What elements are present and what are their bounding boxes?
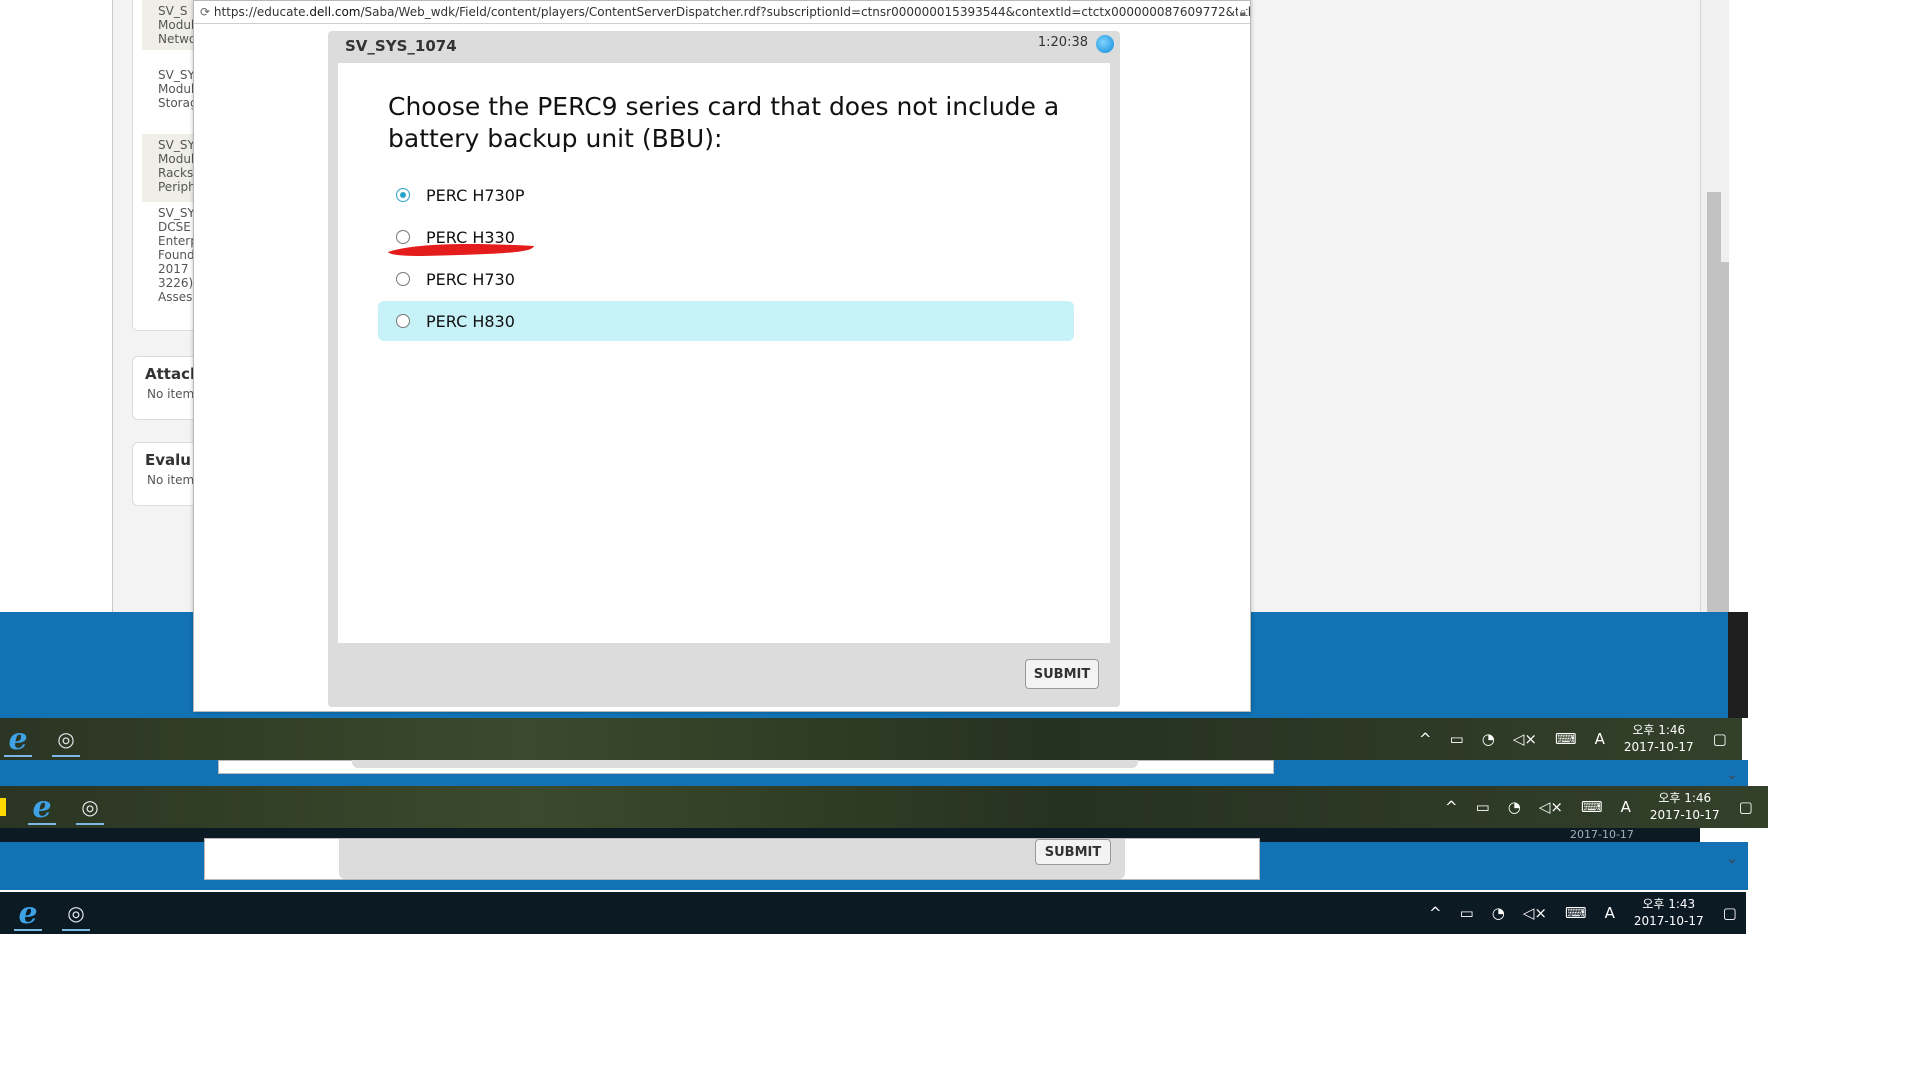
taskbar-2: e ◎ ^ ▭ ◔ ◁× ⌨ A 오후 1:46 2017-10-17 ▢ [0, 786, 1768, 828]
taskbar-3: e ◎ ^ ▭ ◔ ◁× ⌨ A 오후 1:43 2017-10-17 ▢ [0, 892, 1746, 934]
option-label: PERC H730 [426, 269, 515, 289]
ime-indicator[interactable]: A [1621, 798, 1631, 816]
clock-2[interactable]: 오후 1:46 2017-10-17 [1650, 790, 1720, 824]
tray-chevron-up-icon[interactable]: ^ [1419, 730, 1432, 748]
ie-taskbar-icon[interactable]: e [0, 721, 36, 757]
option-label: PERC H830 [426, 311, 515, 331]
clock-3[interactable]: 오후 1:43 2017-10-17 [1634, 896, 1704, 930]
address-bar[interactable]: ⟳ https://educate.dell.com/Saba/Web_wdk/… [194, 1, 1250, 24]
system-tray: ^ ▭ ◔ ◁× ⌨ A 오후 1:46 2017-10-17 ▢ [1410, 718, 1736, 760]
answer-option-h730[interactable]: PERC H730 [378, 259, 1074, 299]
ime-indicator[interactable]: A [1605, 904, 1615, 922]
wifi-icon[interactable]: ◔ [1508, 798, 1521, 816]
scroll-down-icon[interactable]: ⌄ [1722, 768, 1742, 782]
red-underline-annotation [388, 244, 534, 256]
question-panel: Choose the PERC9 series card that does n… [338, 63, 1110, 643]
system-tray-2: ^ ▭ ◔ ◁× ⌨ A 오후 1:46 2017-10-17 ▢ [1436, 786, 1762, 828]
system-tray-3: ^ ▭ ◔ ◁× ⌨ A 오후 1:43 2017-10-17 ▢ [1420, 892, 1746, 934]
ie-taskbar-icon-2[interactable]: e [24, 789, 60, 825]
wifi-icon[interactable]: ◔ [1482, 730, 1495, 748]
tray-chevron-up-icon[interactable]: ^ [1429, 904, 1442, 922]
window-edge [1728, 612, 1748, 718]
scroll-down-fragment: ⌄ ⌄ [1722, 760, 1744, 880]
battery-icon[interactable]: ▭ [1476, 798, 1490, 816]
lock-icon: 🔒︎ [1237, 1, 1246, 23]
scroll-down-icon[interactable]: ⌄ [1722, 852, 1742, 866]
player-fragment-2: SUBMIT [204, 838, 1260, 880]
answer-option-h830[interactable]: PERC H830 [378, 301, 1074, 341]
agent-taskbar-icon-2[interactable]: ◎ [72, 789, 108, 825]
keyboard-icon[interactable]: ⌨ [1555, 730, 1577, 748]
battery-icon[interactable]: ▭ [1450, 730, 1464, 748]
course-player-window: ⟳ https://educate.dell.com/Saba/Web_wdk/… [193, 0, 1251, 712]
notification-icon[interactable]: ▢ [1723, 904, 1737, 922]
url-prefix: https://educate. [213, 5, 310, 19]
option-label: PERC H730P [426, 185, 525, 205]
volume-muted-icon[interactable]: ◁× [1513, 730, 1537, 748]
url-domain: dell.com [309, 5, 361, 19]
wifi-icon[interactable]: ◔ [1492, 904, 1505, 922]
answer-option-h730p[interactable]: PERC H730P [378, 175, 1074, 215]
keyboard-icon[interactable]: ⌨ [1565, 904, 1587, 922]
agent-taskbar-icon-3[interactable]: ◎ [58, 895, 94, 931]
page-icon: ⟳ [200, 5, 211, 19]
battery-icon[interactable]: ▭ [1460, 904, 1474, 922]
volume-muted-icon[interactable]: ◁× [1539, 798, 1563, 816]
radio-button-selected[interactable] [396, 188, 410, 202]
ie-taskbar-icon-3[interactable]: e [10, 895, 46, 931]
submit-button-fragment[interactable]: SUBMIT [1035, 839, 1111, 865]
submit-button[interactable]: SUBMIT [1025, 659, 1099, 689]
globe-icon [1096, 35, 1114, 53]
keyboard-icon[interactable]: ⌨ [1581, 798, 1603, 816]
url-path: /Saba/Web_wdk/Field/content/players/Cont… [360, 5, 1251, 19]
taskbar-1: e ◎ ^ ▭ ◔ ◁× ⌨ A 오후 1:46 2017-10-17 ▢ [0, 718, 1742, 760]
ime-indicator[interactable]: A [1595, 730, 1605, 748]
clock[interactable]: 오후 1:46 2017-10-17 [1624, 722, 1694, 756]
browser-scrollbar[interactable]: ⌄ [1700, 0, 1729, 712]
quiz-player: SV_SYS_1074 1:20:38 Choose the PERC9 ser… [328, 31, 1120, 707]
question-id: SV_SYS_1074 [345, 37, 457, 55]
quiz-timer: 1:20:38 [1037, 35, 1088, 50]
volume-muted-icon[interactable]: ◁× [1523, 904, 1547, 922]
question-text: Choose the PERC9 series card that does n… [388, 92, 1060, 153]
notification-icon[interactable]: ▢ [1713, 730, 1727, 748]
agent-taskbar-icon[interactable]: ◎ [48, 721, 84, 757]
radio-button[interactable] [396, 272, 410, 286]
tray-chevron-up-icon[interactable]: ^ [1445, 798, 1458, 816]
radio-button[interactable] [396, 314, 410, 328]
